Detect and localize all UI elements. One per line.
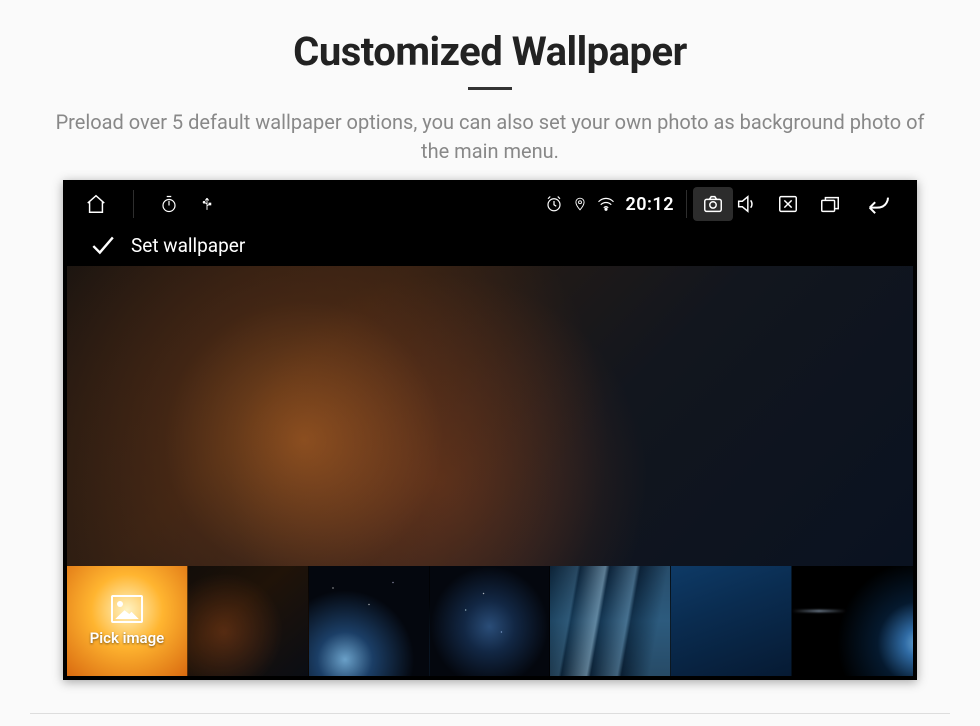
statusbar-divider	[133, 190, 134, 218]
status-bar: 20:12	[67, 184, 913, 224]
pick-image-label: Pick image	[90, 629, 165, 647]
back-icon[interactable]	[861, 193, 893, 215]
statusbar-divider-2	[686, 190, 687, 218]
pick-image-button[interactable]: Pick image	[67, 566, 188, 676]
statusbar-clock: 20:12	[625, 194, 674, 215]
image-icon	[111, 595, 143, 623]
usb-icon	[200, 195, 214, 213]
page-subheading: Preload over 5 default wallpaper options…	[50, 108, 930, 166]
device-screenshot: 20:12	[63, 180, 917, 680]
alarm-icon	[545, 195, 563, 213]
wallpaper-header: Set wallpaper	[67, 224, 913, 266]
screen-title: Set wallpaper	[131, 234, 245, 257]
wallpaper-thumb-1[interactable]	[188, 566, 309, 676]
section-divider	[30, 713, 950, 714]
wifi-icon	[597, 197, 615, 211]
location-icon	[573, 195, 587, 213]
wallpaper-thumb-3[interactable]	[430, 566, 551, 676]
timer-icon	[160, 195, 178, 213]
screenshot-button[interactable]	[693, 187, 733, 221]
recent-apps-icon[interactable]	[819, 193, 841, 215]
confirm-icon[interactable]	[89, 232, 115, 258]
wallpaper-thumb-5[interactable]	[671, 566, 792, 676]
wallpaper-thumb-4[interactable]	[550, 566, 671, 676]
heading-underline	[468, 87, 512, 90]
wallpaper-thumb-6[interactable]	[792, 566, 913, 676]
volume-icon[interactable]	[735, 193, 757, 215]
page-heading: Customized Wallpaper	[0, 28, 980, 75]
home-icon[interactable]	[85, 193, 107, 215]
wallpaper-thumbnail-strip: Pick image	[67, 566, 913, 676]
wallpaper-thumb-2[interactable]	[309, 566, 430, 676]
wallpaper-preview[interactable]	[67, 266, 913, 566]
close-app-icon[interactable]	[777, 193, 799, 215]
